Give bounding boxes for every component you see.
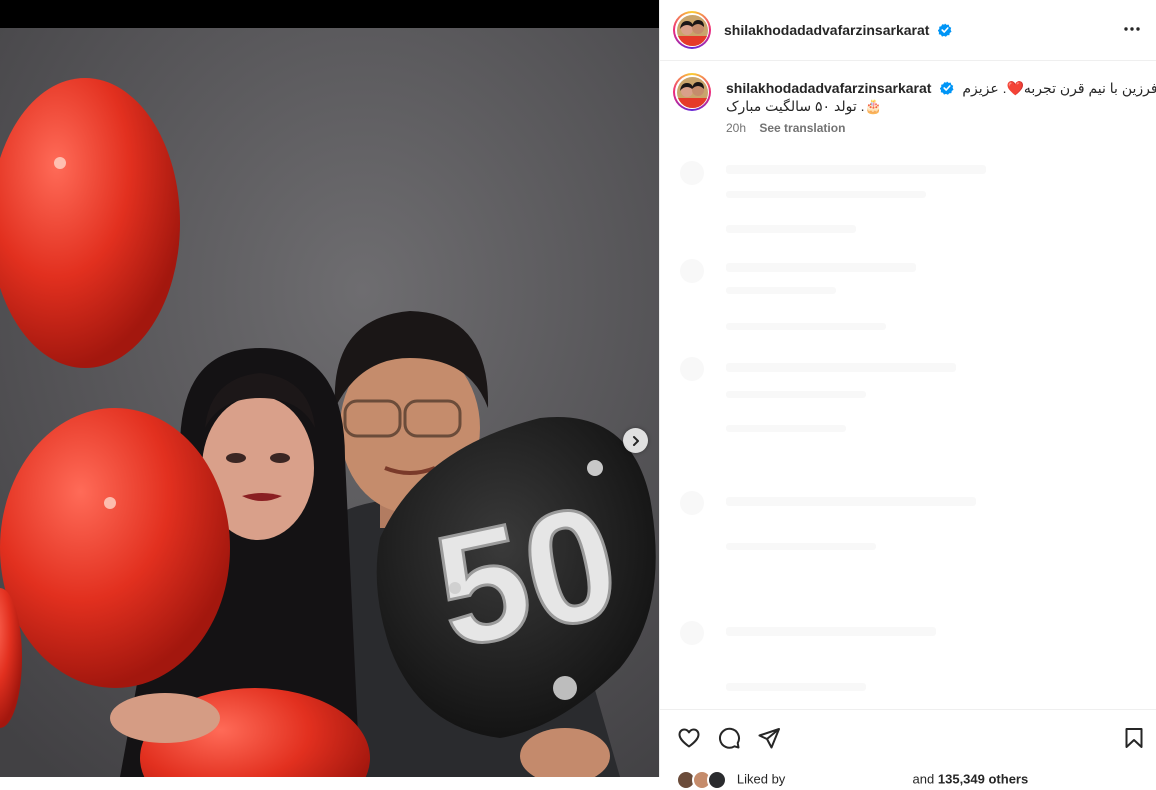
caption-line-1: shilakhodadadvafarzinsarkarat فرزین با ن… <box>726 80 1156 98</box>
balloon-number-text: 50 <box>421 470 632 682</box>
see-translation-link[interactable]: See translation <box>759 121 845 135</box>
post-actions: Liked by and 135,349 others <box>660 709 1156 790</box>
caption-meta: 20h See translation <box>726 121 845 135</box>
post-header: shilakhodadadvafarzinsarkarat <box>660 0 1156 61</box>
next-photo-button[interactable] <box>623 428 648 453</box>
comments-section[interactable]: shilakhodadadvafarzinsarkarat فرزین با ن… <box>660 61 1156 709</box>
post-time[interactable]: 20h <box>726 121 746 135</box>
photo-top-bar <box>0 0 659 28</box>
bookmark-icon <box>1125 728 1143 748</box>
like-button[interactable] <box>677 726 701 755</box>
save-button[interactable] <box>1122 726 1146 755</box>
caption-avatar[interactable] <box>673 73 711 111</box>
caption-username[interactable]: shilakhodadadvafarzinsarkarat <box>726 80 931 96</box>
liked-by-prefix: Liked by <box>736 771 786 787</box>
liked-by-summary: Liked by and 135,349 others <box>676 770 1028 790</box>
header-username[interactable]: shilakhodadadvafarzinsarkarat <box>724 22 929 38</box>
post-photo[interactable]: 50 <box>0 0 659 777</box>
liked-by-and: and <box>912 771 935 787</box>
photo-illustration: 50 <box>0 28 659 777</box>
heart-icon <box>678 728 700 748</box>
comment-button[interactable] <box>717 726 741 755</box>
comment-icon <box>718 727 740 749</box>
avatar-image <box>676 76 708 108</box>
hand <box>110 693 220 743</box>
verified-badge-icon <box>939 81 954 95</box>
share-button[interactable] <box>757 726 781 755</box>
photo-canvas: 50 <box>0 28 659 777</box>
liker-avatar[interactable] <box>707 770 728 790</box>
author-avatar[interactable] <box>673 11 711 49</box>
more-options-icon <box>1124 27 1140 31</box>
chevron-right-icon <box>632 435 639 446</box>
share-icon <box>758 728 780 749</box>
post-side-panel: shilakhodadadvafarzinsarkarat shilakhoda… <box>659 0 1156 790</box>
verified-badge-icon <box>937 23 952 37</box>
avatar-image <box>676 14 708 46</box>
more-options-button[interactable] <box>1123 20 1141 43</box>
caption-text-1: فرزین با نیم قرن تجربه❤️. عزیزم <box>962 80 1156 96</box>
caption-text-2: 🎂. تولد ۵۰ سالگیت مبارک <box>726 98 882 114</box>
liked-count[interactable]: 135,349 others <box>938 771 1028 786</box>
